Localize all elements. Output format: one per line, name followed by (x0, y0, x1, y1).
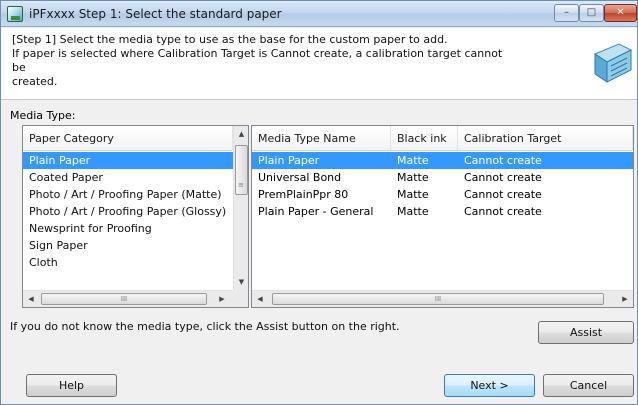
category-item-coated-paper[interactable]: Coated Paper (23, 169, 233, 186)
column-header-calibration-target[interactable]: Calibration Target (458, 126, 633, 151)
scroll-grip-icon: ≡ (238, 181, 244, 189)
scroll-right-arrow-icon[interactable]: ▶ (214, 291, 230, 307)
media-table-horizontal-scroll-thumb[interactable]: III (272, 293, 604, 305)
black-ink-cell: Matte (397, 205, 429, 218)
media-type-name-cell: Plain Paper - General (258, 205, 374, 218)
calibration-target-cell: Cannot create (464, 171, 542, 184)
dialog-window: iPFxxxx Step 1: Select the standard pape… (0, 0, 638, 405)
category-item-photo-glossy[interactable]: Photo / Art / Proofing Paper (Glossy) (23, 203, 233, 220)
category-item-photo-matte[interactable]: Photo / Art / Proofing Paper (Matte) (23, 186, 233, 203)
category-horizontal-scrollbar[interactable]: ◀ III ▶ (23, 290, 233, 307)
close-button[interactable]: ✕ (604, 4, 637, 22)
table-row[interactable]: Plain Paper Matte Cannot create (252, 152, 633, 169)
black-ink-cell: Matte (397, 154, 429, 167)
media-table-horizontal-scrollbar[interactable]: ◀ III ▶ (252, 290, 633, 307)
calibration-target-cell: Cannot create (464, 154, 542, 167)
assist-note-text: If you do not know the media type, click… (10, 320, 400, 333)
category-item-plain-paper[interactable]: Plain Paper (23, 152, 233, 169)
printer-graphic-icon (593, 43, 633, 83)
category-item-cloth[interactable]: Cloth (23, 254, 233, 271)
scrollbar-corner (232, 290, 248, 307)
calibration-target-cell: Cannot create (464, 205, 542, 218)
media-table-header: Media Type Name Black ink Calibration Ta… (252, 126, 633, 151)
minimize-button[interactable]: – (554, 4, 579, 22)
scroll-left-arrow-icon[interactable]: ◀ (23, 291, 39, 307)
paper-category-header-label: Paper Category (23, 126, 233, 151)
table-row[interactable]: Plain Paper - General Matte Cannot creat… (252, 203, 633, 220)
column-header-black-ink[interactable]: Black ink (391, 126, 458, 151)
instruction-text: [Step 1] Select the media type to use as… (12, 33, 512, 89)
column-header-media-type-name[interactable]: Media Type Name (252, 126, 391, 151)
scroll-down-arrow-icon[interactable]: ▼ (234, 274, 249, 290)
paper-category-header[interactable]: Paper Category (23, 126, 233, 151)
window-title: iPFxxxx Step 1: Select the standard pape… (29, 7, 282, 21)
maximize-button[interactable]: □ (579, 4, 604, 22)
scroll-up-arrow-icon[interactable]: ▲ (234, 126, 249, 142)
calibration-target-cell: Cannot create (464, 188, 542, 201)
instruction-line-3: created. (12, 75, 58, 88)
table-row[interactable]: PremPlainPpr 80 Matte Cannot create (252, 186, 633, 203)
table-row[interactable]: Universal Bond Matte Cannot create (252, 169, 633, 186)
black-ink-cell: Matte (397, 188, 429, 201)
media-type-label: Media Type: (10, 109, 76, 122)
scroll-left-arrow-icon[interactable]: ◀ (252, 291, 268, 307)
scroll-right-arrow-icon[interactable]: ▶ (617, 291, 633, 307)
instruction-line-1: [Step 1] Select the media type to use as… (12, 33, 448, 46)
media-type-name-cell: Universal Bond (258, 171, 342, 184)
media-type-table[interactable]: Media Type Name Black ink Calibration Ta… (251, 125, 634, 308)
category-item-newsprint[interactable]: Newsprint for Proofing (23, 220, 233, 237)
black-ink-cell: Matte (397, 171, 429, 184)
instruction-line-2: If paper is selected where Calibration T… (12, 47, 503, 74)
instruction-header: [Step 1] Select the media type to use as… (1, 28, 637, 100)
paper-category-list[interactable]: Paper Category Plain Paper Coated Paper … (22, 125, 249, 308)
media-type-name-cell: PremPlainPpr 80 (258, 188, 349, 201)
title-bar[interactable]: iPFxxxx Step 1: Select the standard pape… (1, 1, 637, 27)
help-button[interactable]: Help (26, 374, 117, 397)
category-vertical-scrollbar[interactable]: ▲ ≡ ▼ (233, 126, 248, 290)
cancel-button[interactable]: Cancel (543, 374, 634, 397)
category-item-sign-paper[interactable]: Sign Paper (23, 237, 233, 254)
next-button[interactable]: Next > (444, 374, 535, 397)
media-type-name-cell: Plain Paper (258, 154, 320, 167)
category-horizontal-scroll-thumb[interactable]: III (41, 293, 207, 305)
assist-button[interactable]: Assist (538, 321, 634, 344)
printer-app-icon (7, 6, 23, 22)
